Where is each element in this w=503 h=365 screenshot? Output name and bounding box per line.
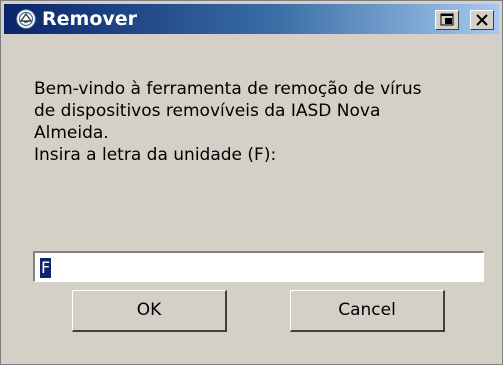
ok-button[interactable]: OK: [72, 290, 227, 332]
prompt-message: Bem-vindo à ferramenta de remoção de vír…: [34, 78, 484, 166]
input-dialog-window: Remover Bem-vindo à ferramenta de remoçã…: [0, 0, 503, 365]
message-line: Bem-vindo à ferramenta de remoção de vír…: [34, 79, 422, 99]
input-selected-text: F: [40, 258, 52, 278]
message-line: Insira a letra da unidade (F):: [34, 145, 277, 165]
title-bar[interactable]: Remover: [4, 4, 499, 34]
close-icon: [476, 14, 488, 26]
message-line: Almeida.: [34, 123, 109, 143]
cancel-button[interactable]: Cancel: [290, 290, 445, 332]
close-button[interactable]: [470, 10, 494, 30]
message-line: de dispositivos removíveis da IASD Nova: [34, 101, 381, 121]
restore-button[interactable]: [435, 10, 459, 30]
restore-icon: [440, 13, 454, 26]
drive-letter-input[interactable]: F: [32, 250, 485, 283]
window-title: Remover: [42, 8, 138, 30]
recycle-globe-icon: [16, 9, 36, 29]
